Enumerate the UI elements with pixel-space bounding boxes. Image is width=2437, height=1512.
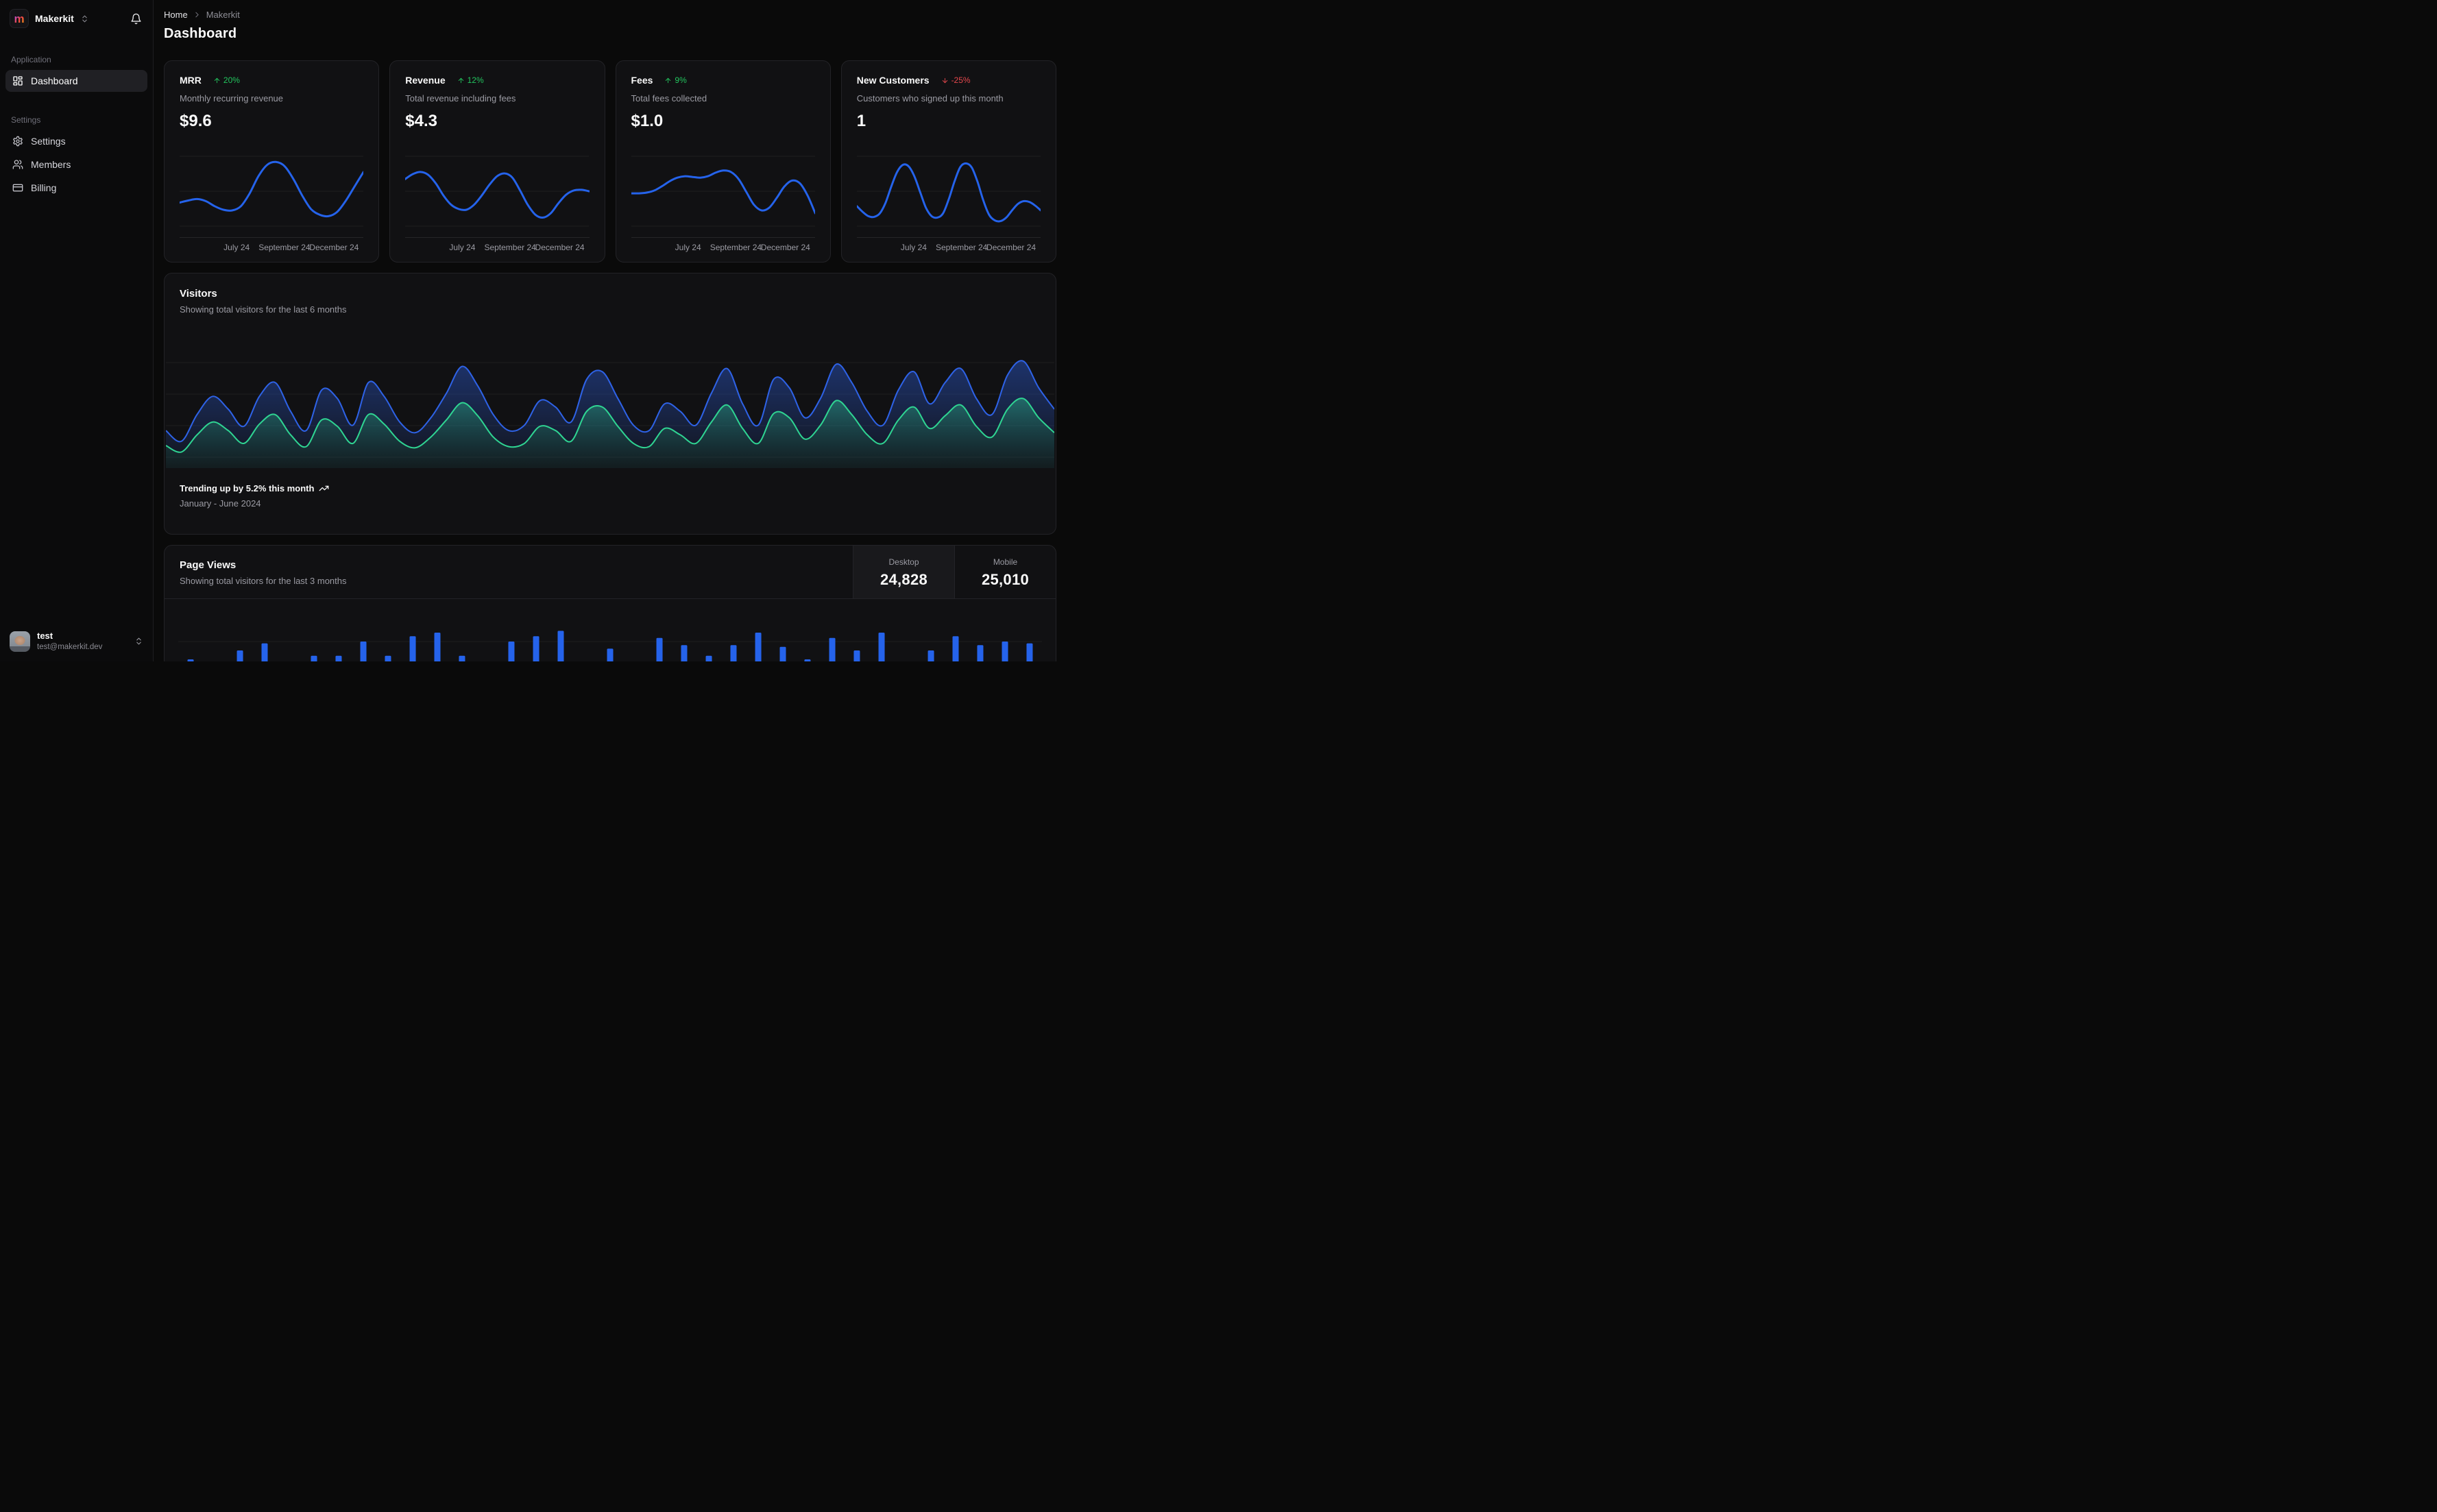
breadcrumb-current: Makerkit bbox=[206, 10, 240, 20]
toggle-desktop[interactable]: Desktop 24,828 bbox=[853, 546, 954, 598]
chevrons-up-down-icon bbox=[80, 14, 89, 23]
sidebar-item-label: Settings bbox=[31, 136, 66, 147]
visitors-area-chart bbox=[165, 332, 1056, 468]
stat-value: $4.3 bbox=[405, 112, 437, 130]
stat-card-fees: Fees 9% Total fees collected $1.0 July 2… bbox=[615, 60, 831, 263]
sparkline-axis: July 24 September 24 December 24 bbox=[856, 237, 1041, 252]
fees-sparkline-chart bbox=[631, 149, 815, 233]
sparkline-axis: July 24 September 24 December 24 bbox=[180, 237, 364, 252]
nav-section-settings: Settings bbox=[11, 115, 41, 125]
trend-badge: 20% bbox=[213, 75, 240, 85]
visitors-trend-text: Trending up by 5.2% this month bbox=[180, 483, 315, 493]
stat-card-new-customers: New Customers -25% Customers who signed … bbox=[840, 60, 1056, 263]
stat-description: Total revenue including fees bbox=[405, 93, 516, 103]
stat-label: Revenue bbox=[405, 75, 446, 86]
nav-section-application: Application bbox=[11, 55, 51, 64]
arrow-up-icon bbox=[213, 77, 221, 84]
arrow-up-icon bbox=[457, 77, 465, 84]
visitors-subtitle: Showing total visitors for the last 6 mo… bbox=[180, 304, 347, 315]
stat-card-revenue: Revenue 12% Total revenue including fees… bbox=[389, 60, 605, 263]
revenue-sparkline-chart bbox=[405, 149, 590, 233]
sidebar-item-label: Billing bbox=[31, 182, 57, 193]
page-title: Dashboard bbox=[164, 26, 237, 41]
bell-icon[interactable] bbox=[130, 13, 142, 25]
stat-description: Total fees collected bbox=[631, 93, 707, 103]
visitors-title: Visitors bbox=[180, 288, 217, 300]
stat-card-mrr: MRR 20% Monthly recurring revenue $9.6 J… bbox=[164, 60, 380, 263]
toggle-desktop-label: Desktop bbox=[888, 557, 919, 567]
stat-label: MRR bbox=[180, 75, 202, 86]
visitors-date-range: January - June 2024 bbox=[180, 498, 261, 509]
sidebar-item-billing[interactable]: Billing bbox=[5, 177, 147, 199]
stat-description: Customers who signed up this month bbox=[856, 93, 1004, 103]
new-customers-sparkline-chart bbox=[856, 149, 1041, 233]
users-icon bbox=[12, 159, 23, 170]
sidebar: m Makerkit Application Dashboard Setting… bbox=[0, 0, 154, 661]
toggle-mobile-label: Mobile bbox=[993, 557, 1018, 567]
main-content: Home Makerkit Dashboard MRR 20% Monthly … bbox=[154, 0, 1067, 661]
sidebar-item-members[interactable]: Members bbox=[5, 154, 147, 175]
trending-up-icon bbox=[319, 483, 329, 493]
trend-badge: 9% bbox=[664, 75, 687, 85]
credit-card-icon bbox=[12, 182, 23, 193]
toggle-mobile[interactable]: Mobile 25,010 bbox=[954, 546, 1056, 598]
stat-cards-row: MRR 20% Monthly recurring revenue $9.6 J… bbox=[164, 60, 1056, 263]
sparkline-axis: July 24 September 24 December 24 bbox=[405, 237, 590, 252]
user-name: test bbox=[37, 631, 53, 642]
page-views-title: Page Views bbox=[180, 559, 237, 571]
sidebar-item-label: Members bbox=[31, 159, 71, 170]
stat-label: Fees bbox=[631, 75, 653, 86]
stat-value: $1.0 bbox=[631, 112, 664, 130]
user-avatar bbox=[10, 631, 30, 652]
stat-value: $9.6 bbox=[180, 112, 212, 130]
sidebar-nav: Application Dashboard Settings Settings bbox=[0, 55, 153, 199]
layout-dashboard-icon bbox=[12, 75, 23, 86]
gear-icon bbox=[12, 136, 23, 147]
stat-label: New Customers bbox=[856, 75, 930, 86]
arrow-up-icon bbox=[664, 77, 672, 84]
sparkline-axis: July 24 September 24 December 24 bbox=[631, 237, 815, 252]
arrow-down-icon bbox=[941, 77, 949, 84]
page-views-card: Page Views Showing total visitors for th… bbox=[164, 545, 1056, 661]
chevron-right-icon bbox=[193, 10, 202, 19]
trend-badge: -25% bbox=[941, 75, 971, 85]
makerkit-logo: m bbox=[10, 9, 29, 28]
sidebar-item-dashboard[interactable]: Dashboard bbox=[5, 70, 147, 92]
breadcrumb: Home Makerkit bbox=[164, 10, 1056, 20]
toggle-mobile-value: 25,010 bbox=[981, 570, 1030, 588]
workspace-name: Makerkit bbox=[35, 13, 74, 24]
mrr-sparkline-chart bbox=[180, 149, 364, 233]
user-email: test@makerkit.dev bbox=[37, 642, 103, 651]
sidebar-item-settings[interactable]: Settings bbox=[5, 130, 147, 152]
user-menu[interactable]: test test@makerkit.dev bbox=[0, 622, 153, 661]
visitors-card: Visitors Showing total visitors for the … bbox=[164, 273, 1056, 535]
chevrons-up-down-icon bbox=[134, 637, 143, 646]
sidebar-item-label: Dashboard bbox=[31, 75, 78, 86]
workspace-switcher[interactable]: m Makerkit bbox=[0, 0, 153, 37]
stat-value: 1 bbox=[856, 112, 866, 130]
trend-badge: 12% bbox=[457, 75, 484, 85]
page-views-bar-chart bbox=[165, 606, 1056, 661]
toggle-desktop-value: 24,828 bbox=[880, 570, 928, 588]
breadcrumb-home-link[interactable]: Home bbox=[164, 10, 188, 20]
stat-description: Monthly recurring revenue bbox=[180, 93, 284, 103]
app-root: m Makerkit Application Dashboard Setting… bbox=[0, 0, 1067, 661]
page-views-subtitle: Showing total visitors for the last 3 mo… bbox=[180, 576, 347, 586]
